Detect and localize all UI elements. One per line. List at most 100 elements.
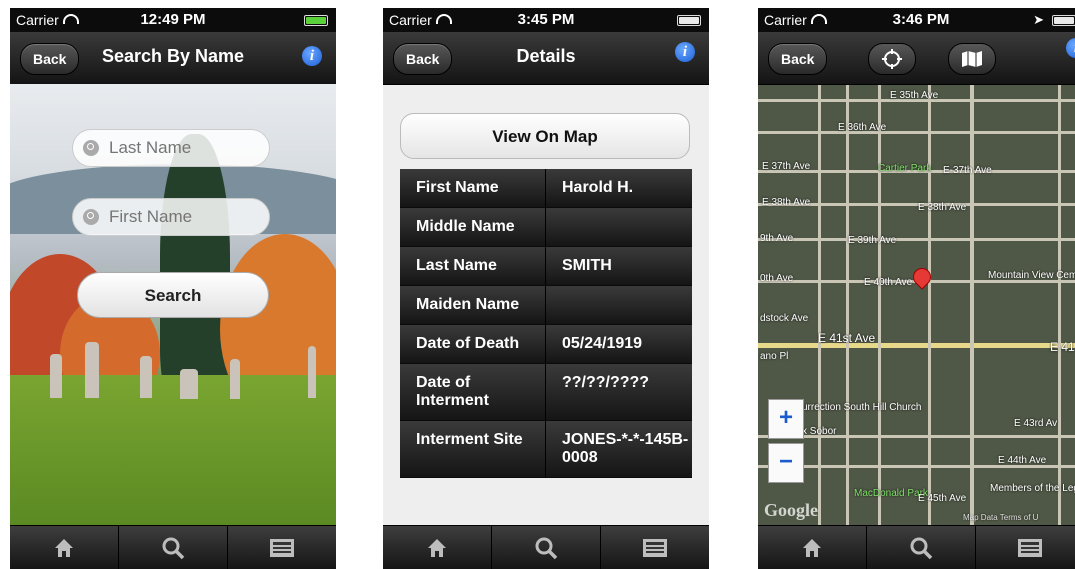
map-park-label: MacDonald Park bbox=[854, 488, 928, 499]
details-content: View On Map First Name Harold H. Middle N… bbox=[383, 85, 709, 525]
tab-home[interactable] bbox=[758, 526, 867, 569]
battery-icon bbox=[677, 15, 701, 26]
map-type-button[interactable] bbox=[948, 43, 996, 75]
tab-search[interactable] bbox=[119, 526, 228, 569]
row-label: Last Name bbox=[400, 247, 546, 285]
row-label: Interment Site bbox=[400, 421, 546, 477]
map-screen: Carrier 3:46 PM ➤ Back i E 35th Ave E 36… bbox=[758, 8, 1075, 569]
map-street-label: E 39th Ave bbox=[848, 235, 897, 246]
map-street-label: ano Pl bbox=[760, 351, 789, 362]
map-park-label: Cartier Park bbox=[878, 163, 932, 174]
row-value bbox=[546, 208, 692, 246]
news-icon bbox=[643, 538, 667, 557]
tab-bar bbox=[383, 525, 709, 569]
search-icon bbox=[162, 537, 185, 559]
tab-news[interactable] bbox=[976, 526, 1075, 569]
row-value: JONES-*-*-145B-0008 bbox=[562, 431, 689, 466]
table-row: First Name Harold H. bbox=[400, 169, 692, 208]
locate-me-button[interactable] bbox=[868, 43, 916, 75]
search-screen: Carrier 12:49 PM Back Search By Name i S… bbox=[10, 8, 336, 569]
table-row: Interment Site JONES-*-*-145B-0008 bbox=[400, 421, 692, 478]
table-row: Last Name SMITH bbox=[400, 247, 692, 286]
map-poi-label: x Sobor bbox=[802, 426, 837, 437]
details-table: First Name Harold H. Middle Name Last Nam… bbox=[400, 169, 692, 478]
crosshair-icon bbox=[882, 49, 902, 69]
map-cemetery-label: Mountain View Cemetery bbox=[988, 270, 1075, 281]
tab-bar bbox=[10, 525, 336, 569]
nav-bar: Back i bbox=[758, 32, 1075, 85]
tab-bar bbox=[758, 525, 1075, 569]
google-logo: Google bbox=[764, 500, 818, 520]
news-icon bbox=[270, 538, 294, 557]
tab-home[interactable] bbox=[383, 526, 492, 569]
table-row: Date of Interment ??/??/???? bbox=[400, 364, 692, 421]
status-bar: Carrier 12:49 PM bbox=[10, 8, 336, 32]
view-on-map-button[interactable]: View On Map bbox=[400, 113, 690, 159]
status-time: 3:46 PM bbox=[892, 11, 950, 28]
map-street-label: dstock Ave bbox=[760, 313, 809, 324]
map-street-label: E 41st Ave bbox=[818, 331, 876, 345]
map-street-label: E 38th Ave bbox=[918, 202, 967, 213]
map-data-terms[interactable]: Map Data Terms of U bbox=[963, 513, 1038, 522]
row-label: First Name bbox=[400, 169, 546, 207]
map-street-label: E 44th Ave bbox=[998, 455, 1047, 466]
map-street-label: E 41 bbox=[1050, 340, 1075, 354]
tab-news[interactable] bbox=[601, 526, 709, 569]
row-value: Harold H. bbox=[562, 179, 634, 196]
table-row: Date of Death 05/24/1919 bbox=[400, 325, 692, 364]
search-icon bbox=[910, 537, 933, 559]
search-icon bbox=[535, 537, 558, 559]
home-icon bbox=[803, 538, 821, 557]
tab-search[interactable] bbox=[867, 526, 976, 569]
last-name-input[interactable] bbox=[107, 137, 261, 159]
info-icon[interactable]: i bbox=[675, 42, 695, 62]
search-icon bbox=[83, 209, 99, 225]
details-screen: Carrier 3:45 PM Back Details i View On M… bbox=[383, 8, 709, 569]
home-icon bbox=[428, 538, 446, 557]
map-street-label: E 45th Ave bbox=[918, 493, 967, 504]
map-street-label: E 38th Ave bbox=[762, 197, 811, 208]
first-name-input[interactable] bbox=[107, 206, 261, 228]
location-arrow-icon: ➤ bbox=[1033, 12, 1044, 27]
search-button[interactable]: Search bbox=[77, 272, 269, 318]
zoom-out-button[interactable]: − bbox=[768, 443, 804, 483]
first-name-field[interactable] bbox=[72, 198, 270, 236]
search-icon bbox=[83, 140, 99, 156]
status-time: 3:45 PM bbox=[517, 11, 575, 28]
status-bar: Carrier 3:45 PM bbox=[383, 8, 709, 32]
nav-bar: Back Search By Name i bbox=[10, 32, 336, 85]
row-value: 05/24/1919 bbox=[562, 335, 643, 352]
tab-search[interactable] bbox=[492, 526, 601, 569]
row-label: Middle Name bbox=[400, 208, 546, 246]
row-label: Date of Interment bbox=[400, 364, 546, 420]
map-poi-label: Members of the Legislative bbox=[990, 483, 1075, 494]
status-bar: Carrier 3:46 PM ➤ bbox=[758, 8, 1075, 32]
table-row: Maiden Name bbox=[400, 286, 692, 325]
map-street-label: E 35th Ave bbox=[890, 90, 939, 101]
map-street-label: E 40th Ave bbox=[864, 277, 913, 288]
info-icon[interactable]: i bbox=[302, 46, 322, 66]
tab-home[interactable] bbox=[10, 526, 119, 569]
home-icon bbox=[55, 538, 73, 557]
map-view[interactable]: E 35th Ave E 36th Ave E 37th Ave Cartier… bbox=[758, 85, 1075, 525]
cemetery-background-image: Search bbox=[10, 84, 336, 525]
tab-news[interactable] bbox=[228, 526, 336, 569]
map-poi-label: urrection South Hill Church bbox=[802, 402, 922, 413]
map-street-label: E 37th Ave bbox=[762, 161, 811, 172]
row-value bbox=[546, 286, 692, 324]
battery-icon bbox=[1052, 15, 1075, 26]
back-button[interactable]: Back bbox=[768, 43, 828, 75]
last-name-field[interactable] bbox=[72, 129, 270, 167]
map-street-label: E 36th Ave bbox=[838, 122, 887, 133]
row-label: Maiden Name bbox=[400, 286, 546, 324]
news-icon bbox=[1018, 538, 1042, 557]
row-value: ??/??/???? bbox=[562, 374, 650, 391]
table-row: Middle Name bbox=[400, 208, 692, 247]
map-street-label: E 43rd Av bbox=[1014, 418, 1058, 429]
zoom-in-button[interactable]: + bbox=[768, 399, 804, 439]
map-street-label: E-37th Ave bbox=[943, 165, 992, 176]
row-value: SMITH bbox=[562, 257, 612, 274]
battery-icon bbox=[304, 15, 328, 26]
info-icon[interactable]: i bbox=[1066, 38, 1075, 58]
page-title: Details bbox=[516, 46, 576, 66]
